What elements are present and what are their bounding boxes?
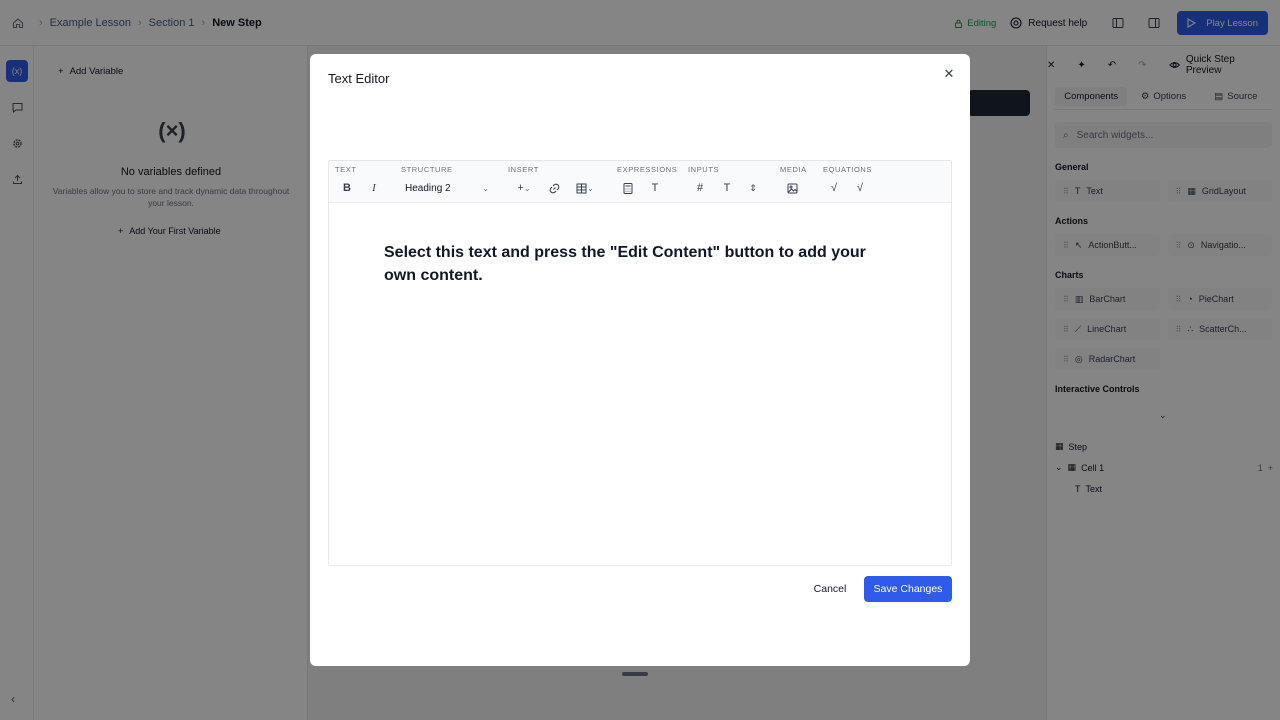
group-label-inputs: INPUTS	[688, 165, 720, 174]
dialog-title: Text Editor	[328, 71, 390, 86]
bold-icon[interactable]: B	[339, 179, 355, 197]
text-editor-dialog: Text Editor ✕ TEXT STRUCTURE INSERT EXPR…	[310, 54, 970, 666]
chevron-down-icon: ⌄	[587, 183, 594, 193]
link-icon[interactable]	[545, 179, 563, 197]
italic-icon[interactable]: I	[366, 179, 382, 197]
chevron-down-icon: ⌄	[482, 183, 489, 193]
editor-toolbar: TEXT STRUCTURE INSERT EXPRESSIONS INPUTS…	[329, 161, 951, 203]
group-label-structure: STRUCTURE	[401, 165, 453, 174]
cancel-button[interactable]: Cancel	[804, 576, 856, 602]
group-label-media: MEDIA	[780, 165, 807, 174]
select-input-icon[interactable]: ⇕	[745, 179, 761, 197]
group-label-equations: EQUATIONS	[823, 165, 873, 174]
close-icon[interactable]: ✕	[940, 65, 958, 83]
inline-equation-icon[interactable]: √	[826, 179, 842, 197]
group-label-text: TEXT	[335, 165, 357, 174]
number-input-icon[interactable]: #	[692, 179, 708, 197]
heading-select[interactable]: Heading 2 ⌄	[405, 179, 489, 197]
image-icon[interactable]	[784, 179, 800, 197]
rich-text-editor: TEXT STRUCTURE INSERT EXPRESSIONS INPUTS…	[328, 160, 952, 566]
heading-select-value: Heading 2	[405, 182, 451, 194]
calculator-icon[interactable]	[620, 179, 636, 197]
save-changes-button[interactable]: Save Changes	[864, 576, 952, 602]
editor-content[interactable]: Select this text and press the "Edit Con…	[384, 241, 884, 287]
block-equation-icon[interactable]: √	[852, 179, 868, 197]
table-dropdown[interactable]: ⌄	[571, 179, 599, 197]
group-label-expressions: EXPRESSIONS	[617, 165, 678, 174]
insert-plus-dropdown[interactable]: + ⌄	[511, 179, 537, 197]
group-label-insert: INSERT	[508, 165, 539, 174]
text-input-icon[interactable]: T	[719, 179, 735, 197]
table-icon	[576, 183, 587, 193]
text-expression-icon[interactable]: T	[647, 179, 663, 197]
chevron-down-icon: ⌄	[523, 183, 531, 193]
